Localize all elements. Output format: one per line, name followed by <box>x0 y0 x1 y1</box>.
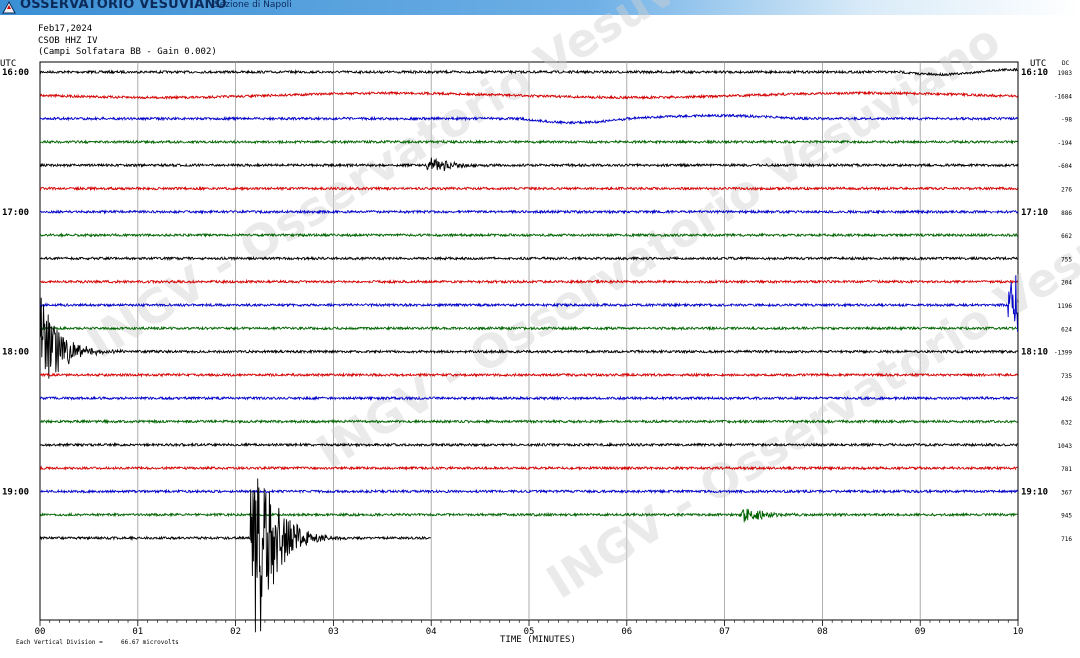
dc-offset-label: -1399 <box>1054 350 1072 357</box>
x-tick-label: 07 <box>719 627 730 637</box>
x-tick-label: 02 <box>230 627 241 637</box>
dc-offset-label: -604 <box>1058 163 1073 170</box>
trace-line <box>39 465 1018 471</box>
dc-offset-label: 632 <box>1061 420 1072 427</box>
x-tick-label: 08 <box>817 627 828 637</box>
dc-offset-label: 781 <box>1061 466 1072 473</box>
dc-offset-label: 945 <box>1061 513 1072 520</box>
dc-offset-label: 367 <box>1061 489 1072 496</box>
left-time-label: 18:00 <box>2 348 29 358</box>
x-tick-label: 10 <box>1013 627 1024 637</box>
dc-offset-label: 276 <box>1061 187 1072 194</box>
dc-offset-label: 755 <box>1061 256 1072 263</box>
dc-offset-label: -98 <box>1061 117 1072 124</box>
dc-offset-label: 1983 <box>1058 70 1073 77</box>
dc-offset-label: 426 <box>1061 396 1072 403</box>
dc-offset-label: 1196 <box>1058 303 1073 310</box>
dc-offset-label: 204 <box>1061 280 1072 287</box>
right-time-label: 18:10 <box>1021 348 1048 358</box>
x-tick-label: 05 <box>524 627 535 637</box>
dc-offset-label: 624 <box>1061 326 1072 333</box>
dc-offset-label: 886 <box>1061 210 1072 217</box>
x-tick-label: 04 <box>426 627 437 637</box>
dc-offset-label: -1684 <box>1054 93 1072 100</box>
watermark-text: INGV - Osservatorio Vesuviano <box>77 0 779 369</box>
dc-offset-label: 716 <box>1061 536 1072 543</box>
dc-offset-label: 1043 <box>1058 443 1073 450</box>
left-time-label: 19:00 <box>2 487 29 497</box>
dc-offset-label: -194 <box>1058 140 1073 147</box>
seismogram-chart: 00 01 02 03 04 05 06 07 08 09 10 16:00 17:00 18:00 19:… <box>2 0 1080 637</box>
x-tick-label: 03 <box>328 627 339 637</box>
x-tick-label: 06 <box>621 627 632 637</box>
dc-offset-label: 662 <box>1061 233 1072 240</box>
right-time-label: 19:10 <box>1021 487 1048 497</box>
x-tick-label: 01 <box>132 627 143 637</box>
left-time-label: 17:00 <box>2 208 29 218</box>
x-tick-label: 09 <box>915 627 926 637</box>
x-tick-label: 00 <box>35 627 46 637</box>
right-time-label: 17:10 <box>1021 208 1048 218</box>
left-time-label: 16:00 <box>2 68 29 78</box>
watermark-text: INGV - Osservatorio Vesuviano <box>307 13 1009 480</box>
right-time-label: 16:10 <box>1021 68 1048 78</box>
dc-offset-label: 735 <box>1061 373 1072 380</box>
